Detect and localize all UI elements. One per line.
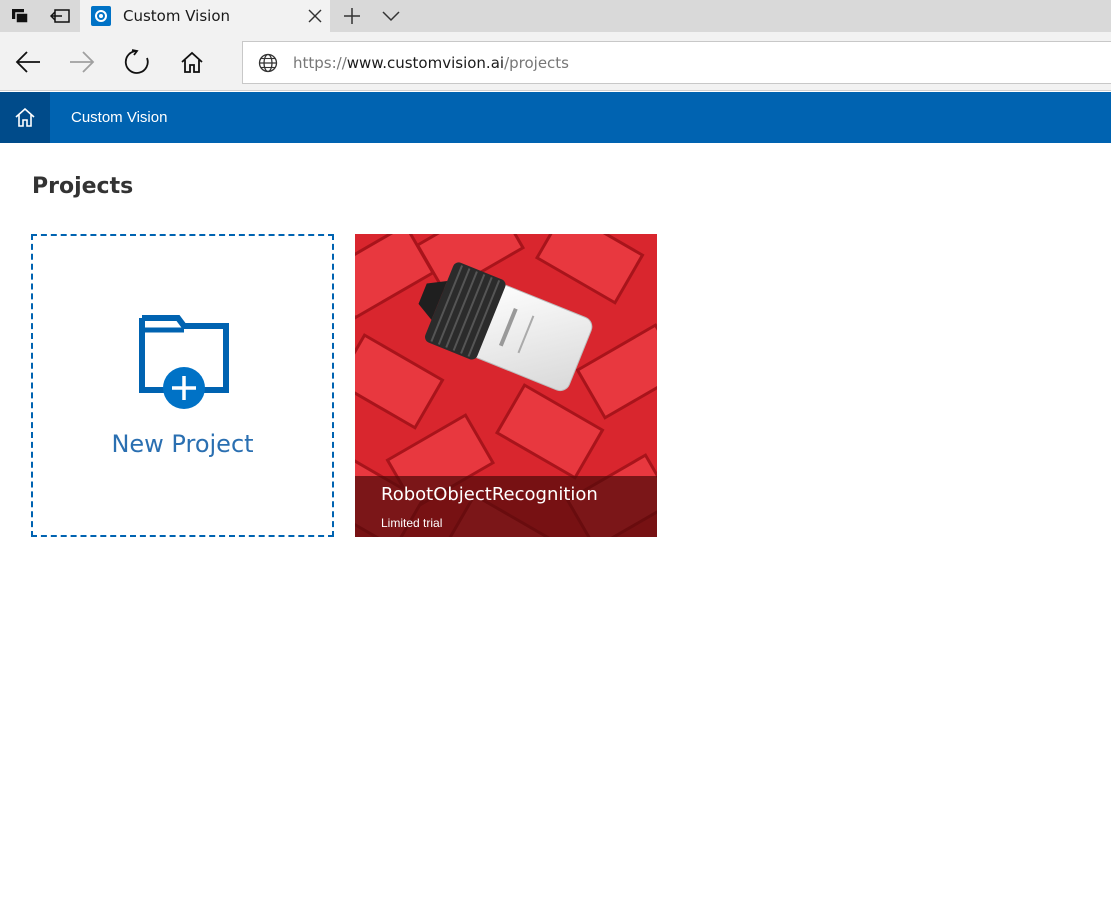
chevron-down-icon (382, 11, 400, 22)
url-scheme: https:// (293, 53, 347, 72)
tab-preview-button[interactable] (372, 0, 410, 32)
browser-tab-active[interactable]: Custom Vision (80, 0, 330, 32)
project-name: RobotObjectRecognition (381, 484, 598, 505)
refresh-icon (124, 49, 149, 74)
tabs-button[interactable] (0, 0, 40, 32)
close-icon (308, 9, 322, 23)
home-icon (181, 51, 203, 73)
home-button[interactable] (167, 39, 217, 85)
back-icon (15, 51, 40, 73)
refresh-button[interactable] (112, 39, 162, 85)
page-title: Projects (32, 174, 134, 199)
set-aside-icon (50, 9, 70, 23)
globe-icon (243, 42, 293, 84)
app-home-button[interactable] (0, 92, 50, 143)
project-subtitle: Limited trial (381, 516, 443, 530)
project-card[interactable]: RobotObjectRecognition Limited trial (355, 234, 657, 537)
new-project-card[interactable]: New Project (31, 234, 334, 537)
app-header: Custom Vision (0, 92, 1111, 143)
browser-tab-strip: Custom Vision (0, 0, 1111, 32)
app-title[interactable]: Custom Vision (71, 92, 167, 143)
browser-navbar: https://www.customvision.ai/projects (0, 32, 1111, 91)
close-tab-button[interactable] (300, 0, 330, 32)
favicon-icon (91, 6, 111, 26)
project-caption: RobotObjectRecognition Limited trial (355, 476, 657, 537)
url-path: /projects (504, 53, 569, 72)
new-tab-button[interactable] (333, 0, 371, 32)
back-button[interactable] (3, 39, 53, 85)
tabs-icon (12, 9, 29, 24)
forward-button[interactable] (57, 39, 107, 85)
plus-icon (344, 8, 360, 24)
set-aside-tabs-button[interactable] (40, 0, 80, 32)
forward-icon (70, 51, 95, 73)
home-icon (15, 108, 35, 127)
url-host: www.customvision.ai (346, 53, 505, 72)
new-project-label: New Project (111, 430, 254, 458)
address-bar[interactable]: https://www.customvision.ai/projects (242, 41, 1111, 84)
new-folder-icon (139, 315, 229, 409)
url-text: https://www.customvision.ai/projects (293, 54, 569, 72)
tab-title: Custom Vision (123, 7, 230, 25)
